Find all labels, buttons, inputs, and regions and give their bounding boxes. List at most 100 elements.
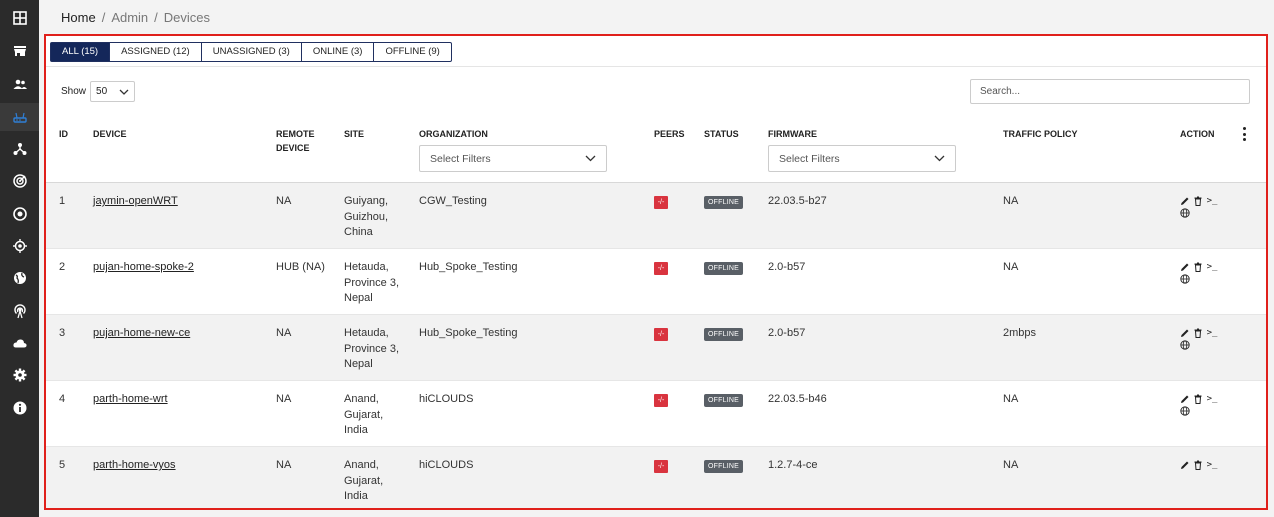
devices-panel: ALL (15) ASSIGNED (12) UNASSIGNED (3) ON… [44, 34, 1268, 510]
sidebar-item-antenna[interactable] [0, 297, 39, 325]
firmware: 2.0-b57 [768, 327, 806, 339]
delete-icon[interactable] [1193, 394, 1203, 404]
table-row: 1 jaymin-openWRT NA Guiyang, Guizhou, Chin… [46, 183, 1266, 249]
firmware: 22.03.5-b27 [768, 195, 827, 207]
peers-badge[interactable]: -/- [654, 460, 668, 473]
globe-icon [13, 272, 26, 284]
traffic-policy: NA [1003, 261, 1019, 273]
peers-badge[interactable]: -/- [654, 262, 668, 275]
row-id: 1 [59, 195, 66, 207]
globe-icon[interactable] [1180, 208, 1190, 218]
terminal-icon[interactable]: >_ [1206, 262, 1218, 272]
sidebar-item-globe[interactable] [0, 264, 39, 292]
edit-icon[interactable] [1180, 262, 1190, 272]
filter-tabs: ALL (15) ASSIGNED (12) UNASSIGNED (3) ON… [50, 42, 452, 62]
col-header-device[interactable]: DEVICE [93, 127, 127, 141]
delete-icon[interactable] [1193, 328, 1203, 338]
device-link[interactable]: pujan-home-spoke-2 [93, 260, 194, 276]
peers-badge[interactable]: -/- [654, 196, 668, 209]
status-badge: OFFLINE [704, 262, 743, 275]
sidebar-item-target[interactable] [0, 200, 39, 228]
tab-online[interactable]: ONLINE (3) [300, 42, 375, 62]
col-header-site: SITE [344, 129, 365, 139]
organization-filter-placeholder: Select Filters [430, 152, 491, 165]
sidebar-item-dashboard[interactable] [0, 4, 39, 32]
firmware: 1.2.7-4-ce [768, 459, 818, 471]
remote-device: NA [276, 195, 292, 207]
sidebar-item-location[interactable] [0, 232, 39, 260]
row-id: 2 [59, 261, 66, 273]
device-link[interactable]: parth-home-wrt [93, 392, 168, 408]
sidebar-item-info[interactable] [0, 394, 39, 422]
row-id: 4 [59, 393, 66, 405]
organization: Hub_Spoke_Testing [419, 261, 518, 273]
sidebar-item-settings[interactable] [0, 361, 39, 389]
dashboard-icon [12, 11, 27, 25]
traffic-policy: NA [1003, 195, 1019, 207]
terminal-icon[interactable]: >_ [1206, 196, 1218, 206]
breadcrumb-separator: / [101, 10, 106, 25]
page-size-select[interactable]: 50 [90, 81, 136, 102]
device-link[interactable]: parth-home-vyos [93, 458, 176, 474]
breadcrumb-home[interactable]: Home [61, 10, 96, 25]
tab-offline[interactable]: OFFLINE (9) [373, 42, 452, 62]
edit-icon[interactable] [1180, 196, 1190, 206]
remote-device: NA [276, 393, 292, 405]
sidebar-item-radar[interactable] [0, 167, 39, 195]
tab-unassigned[interactable]: UNASSIGNED (3) [200, 42, 302, 62]
site: Guiyang, Guizhou, China [344, 195, 389, 238]
column-menu-icon[interactable] [1241, 127, 1247, 141]
row-actions: >_ [1180, 262, 1222, 284]
sidebar-item-store[interactable] [0, 37, 39, 65]
site: Hetauda, Province 3, Nepal [344, 327, 400, 370]
remote-device: HUB (NA) [276, 261, 325, 273]
search-input[interactable]: Search... [970, 79, 1250, 104]
terminal-icon[interactable]: >_ [1206, 394, 1218, 404]
row-id: 5 [59, 459, 66, 471]
sidebar-item-users[interactable] [0, 70, 39, 98]
delete-icon[interactable] [1193, 262, 1203, 272]
firmware-filter-select[interactable]: Select Filters [768, 145, 956, 172]
table-row: 5 parth-home-vyos NA Anand, Gujarat, India… [46, 447, 1266, 508]
organization-filter-select[interactable]: Select Filters [419, 145, 607, 172]
peers-badge[interactable]: -/- [654, 394, 668, 407]
target-icon [12, 207, 27, 221]
delete-icon[interactable] [1193, 460, 1203, 470]
col-header-status: STATUS [704, 129, 739, 139]
tab-all[interactable]: ALL (15) [50, 42, 111, 62]
status-badge: OFFLINE [704, 196, 743, 209]
edit-icon[interactable] [1180, 394, 1190, 404]
breadcrumb-current: Devices [163, 10, 211, 25]
chevron-down-icon [119, 89, 129, 95]
device-link[interactable]: jaymin-openWRT [93, 194, 178, 210]
breadcrumb-admin[interactable]: Admin [111, 10, 148, 25]
tab-assigned[interactable]: ASSIGNED (12) [109, 42, 202, 62]
chevron-down-icon [934, 155, 945, 162]
delete-icon[interactable] [1193, 196, 1203, 206]
page-size-control: Show 50 [61, 81, 136, 102]
sidebar-item-cloud[interactable] [0, 329, 39, 357]
col-header-remote-line1: REMOTE [276, 129, 315, 139]
terminal-icon[interactable]: >_ [1206, 460, 1218, 470]
peers-badge[interactable]: -/- [654, 328, 668, 341]
info-icon [13, 401, 26, 415]
organization: hiCLOUDS [419, 393, 474, 405]
row-actions: >_ [1180, 328, 1222, 350]
globe-icon[interactable] [1180, 340, 1190, 350]
globe-icon[interactable] [1180, 274, 1190, 284]
table-row: 2 pujan-home-spoke-2 HUB (NA) Hetauda, Pr… [46, 249, 1266, 315]
sidebar-item-network[interactable] [0, 135, 39, 163]
network-icon [13, 143, 26, 155]
row-id: 3 [59, 327, 66, 339]
terminal-icon[interactable]: >_ [1206, 328, 1218, 338]
col-header-action: ACTION [1180, 129, 1215, 139]
globe-icon[interactable] [1180, 406, 1190, 416]
device-link[interactable]: pujan-home-new-ce [93, 326, 190, 342]
sidebar-item-devices[interactable] [0, 103, 39, 131]
col-header-remote-device: REMOTE DEVICE [276, 127, 315, 155]
divider [46, 66, 1266, 67]
edit-icon[interactable] [1180, 460, 1190, 470]
sidebar [0, 0, 39, 517]
edit-icon[interactable] [1180, 328, 1190, 338]
store-icon [13, 46, 26, 56]
